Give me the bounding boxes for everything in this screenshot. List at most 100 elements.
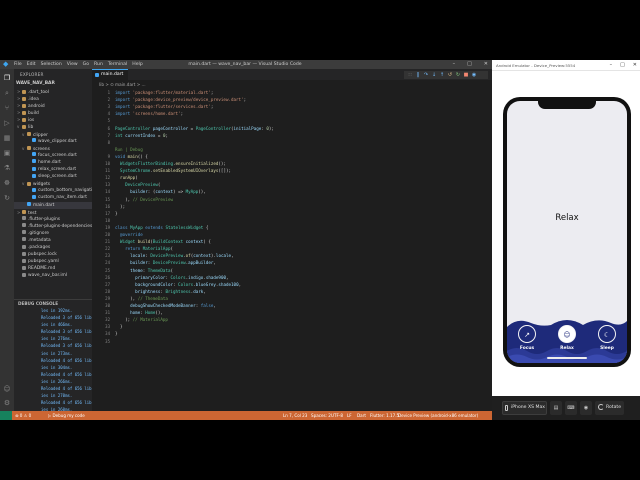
gear-icon[interactable]: ⚙: [3, 399, 11, 407]
tree-item[interactable]: sleep_screen.dart: [14, 173, 92, 180]
drag-handle-icon[interactable]: ∷: [407, 71, 413, 79]
devtools-icon[interactable]: ◉: [471, 71, 477, 79]
tree-item[interactable]: wave_nav_bar.iml: [14, 272, 92, 279]
hot-reload-icon[interactable]: ↺: [447, 71, 453, 79]
tree-item[interactable]: v widgets: [14, 180, 92, 187]
code-line[interactable]: void main() {: [115, 154, 148, 159]
tree-item[interactable]: .gitignore: [14, 230, 92, 237]
source-control-icon[interactable]: ⑂: [3, 104, 11, 112]
project-folder[interactable]: WAVE_NAV_BAR: [16, 81, 55, 86]
encoding-status[interactable]: UTF-8: [331, 411, 343, 420]
code-line[interactable]: theme: ThemeData(: [115, 268, 173, 273]
tree-item[interactable]: home.dart: [14, 159, 92, 166]
home-indicator[interactable]: [547, 357, 587, 359]
code-line[interactable]: primaryColor: Colors.indigo.shade900,: [115, 275, 228, 280]
code-line[interactable]: }: [115, 324, 123, 329]
tree-item[interactable]: .flutter-plugins: [14, 216, 92, 223]
code-line[interactable]: backgroundColor: Colors.blueGrey.shade10…: [115, 282, 241, 287]
code-line[interactable]: Widget build(BuildContext context) {: [115, 239, 211, 244]
tree-item[interactable]: main.dart: [14, 201, 92, 209]
code-line[interactable]: PageController pageController = PageCont…: [115, 126, 274, 131]
debug-console-header[interactable]: DEBUG CONSOLE: [14, 299, 92, 306]
code-line[interactable]: builder: DevicePreview.appBuilder,: [115, 260, 216, 265]
code-line[interactable]: DevicePreview(: [115, 182, 160, 187]
code-line[interactable]: @override: [115, 232, 143, 237]
tree-item[interactable]: > ios: [14, 116, 92, 123]
tree-item[interactable]: custom_bottom_navigation_b...: [14, 187, 92, 194]
tree-item[interactable]: > test: [14, 209, 92, 216]
tree-item[interactable]: v screens: [14, 145, 92, 152]
testing-icon[interactable]: ⚗: [3, 164, 11, 172]
code-line[interactable]: import 'screens/home.dart';: [115, 111, 183, 116]
eol-status[interactable]: LF: [347, 411, 352, 420]
code-line[interactable]: ); // MaterialApp: [115, 317, 168, 322]
explorer-icon[interactable]: ❐: [3, 74, 11, 82]
code-line[interactable]: return MaterialApp(: [115, 246, 173, 251]
tree-item[interactable]: > .idea: [14, 95, 92, 102]
code-line[interactable]: Run | Debug: [115, 147, 143, 152]
close-icon[interactable]: ✕: [484, 60, 488, 69]
maximize-icon[interactable]: □: [467, 60, 472, 69]
rotate-button[interactable]: Rotate: [595, 401, 624, 415]
maximize-icon[interactable]: □: [620, 60, 625, 71]
code-line[interactable]: builder: (context) => MyApp(),: [115, 189, 206, 194]
search-icon[interactable]: ⌕: [3, 89, 11, 97]
device-selector[interactable]: iPhone XS Max: [502, 401, 547, 415]
tree-item[interactable]: wave_clipper.dart: [14, 138, 92, 145]
menu-selection[interactable]: Selection: [41, 60, 62, 69]
flutter-version[interactable]: Flutter: 1.17.5: [370, 411, 399, 420]
tab-main-dart[interactable]: main.dart: [92, 69, 128, 80]
code-line[interactable]: home: Home(),: [115, 310, 163, 315]
tree-item[interactable]: relax_screen.dart: [14, 166, 92, 173]
code-line[interactable]: import 'package:flutter/material.dart';: [115, 90, 213, 95]
tree-item[interactable]: .flutter-plugins-dependencies: [14, 223, 92, 230]
restart-icon[interactable]: ↻: [455, 71, 461, 79]
code-line[interactable]: );: [115, 204, 125, 209]
remote-indicator[interactable]: [0, 411, 12, 420]
minimize-icon[interactable]: –: [453, 60, 456, 69]
nav-item-relax[interactable]: ☺ Relax: [552, 323, 582, 357]
code-line[interactable]: ), // DevicePreview: [115, 197, 173, 202]
debug-status[interactable]: ▷ Debug my code: [48, 411, 85, 420]
tree-item[interactable]: README.md: [14, 265, 92, 272]
menu-view[interactable]: View: [67, 60, 78, 69]
menu-file[interactable]: File: [14, 60, 22, 69]
menu-terminal[interactable]: Terminal: [108, 60, 127, 69]
code-line[interactable]: runApp(: [115, 175, 138, 180]
remote-icon[interactable]: ▣: [3, 149, 11, 157]
menu-edit[interactable]: Edit: [27, 60, 36, 69]
code-line[interactable]: ), // ThemeData: [115, 296, 168, 301]
nav-item-focus[interactable]: ↗ Focus: [512, 323, 542, 357]
step-into-icon[interactable]: ↓: [431, 71, 437, 79]
language-status[interactable]: Dart: [357, 411, 366, 420]
tree-item[interactable]: pubspec.yaml: [14, 258, 92, 265]
menu-go[interactable]: Go: [83, 60, 89, 69]
pause-icon[interactable]: ‖: [415, 71, 421, 79]
keyboard-icon[interactable]: ⌨: [565, 401, 577, 415]
tree-item[interactable]: custom_nav_item.dart: [14, 194, 92, 201]
tree-item[interactable]: focus_screen.dart: [14, 152, 92, 159]
code-line[interactable]: debugShowCheckedModeBanner: false,: [115, 303, 216, 308]
code-line[interactable]: import 'package:flutter/services.dart';: [115, 104, 213, 109]
indentation-status[interactable]: Spaces: 2: [311, 411, 331, 420]
screenshot-icon[interactable]: ◉: [580, 401, 592, 415]
code-line[interactable]: locale: DevicePreview.of(context).locale…: [115, 253, 233, 258]
code-line[interactable]: }: [115, 331, 118, 336]
tree-item[interactable]: .packages: [14, 244, 92, 251]
breadcrumb[interactable]: lib > ⊙ main.dart > ...: [99, 82, 146, 87]
code-line[interactable]: import 'package:device_preview/device_pr…: [115, 97, 246, 102]
minimize-icon[interactable]: –: [610, 60, 613, 71]
code-line[interactable]: WidgetsFlutterBinding.ensureInitialized(…: [115, 161, 226, 166]
phone-screen[interactable]: Relax ↗ Focus ☺ Relax ☾ Sleep: [507, 101, 627, 363]
tree-item[interactable]: .metadata: [14, 237, 92, 244]
menu-help[interactable]: Help: [132, 60, 142, 69]
run-debug-icon[interactable]: ▷: [3, 119, 11, 127]
code-line[interactable]: brightness: Brightness.dark,: [115, 289, 206, 294]
code-line[interactable]: SystemChrome.setEnabledSystemUIOverlays(…: [115, 168, 231, 173]
docker-icon[interactable]: ☸: [3, 179, 11, 187]
step-out-icon[interactable]: ↑: [439, 71, 445, 79]
tree-item[interactable]: > .dart_tool: [14, 88, 92, 95]
cursor-position[interactable]: Ln 7, Col 23: [283, 411, 307, 420]
close-icon[interactable]: ✕: [633, 60, 637, 71]
live-share-icon[interactable]: ↻: [3, 194, 11, 202]
